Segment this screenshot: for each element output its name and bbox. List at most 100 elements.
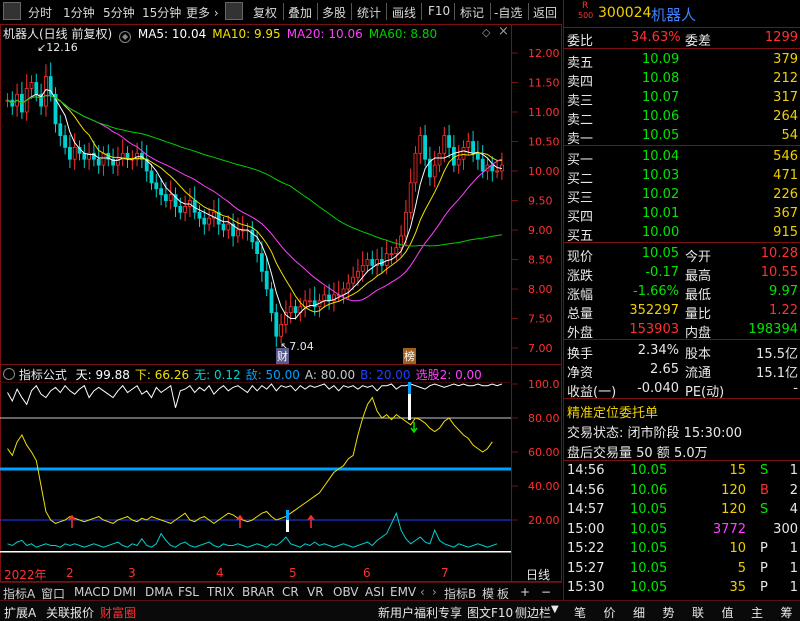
y-tick-label: 40.00 [528,480,560,493]
period-tab-15min[interactable]: 15分钟 [142,4,181,21]
order-title-row[interactable]: 精准定位委托单 [564,400,800,421]
btn-zixuan[interactable]: -自选 [494,4,522,21]
tab-scroll-left-icon[interactable]: ‹ [420,585,425,599]
bid-price: 10.02 [642,187,680,202]
btn-huaxian[interactable]: 画线 [392,4,416,21]
tick-time: 14:56 [567,482,605,498]
candle-body [490,164,495,172]
tick-time: 15:00 [567,521,605,537]
bottom-sidebar[interactable]: 侧边栏 [515,604,551,621]
candle-body [29,82,34,89]
tab-fsl[interactable]: FSL [178,585,199,599]
bottom-guanlian[interactable]: 关联报价 [46,604,94,621]
tab-emv[interactable]: EMV [390,585,416,599]
side-tab[interactable]: 联 [692,604,704,621]
period-tab-5min[interactable]: 5分钟 [103,4,135,21]
candle-body [418,135,423,154]
side-tab[interactable]: 筹 [781,604,793,621]
candle-body [399,235,404,249]
side-tab[interactable]: 值 [722,604,734,621]
period-tab-1min[interactable]: 1分钟 [63,4,95,21]
btn-duogu[interactable]: 多股 [322,4,346,21]
tick-volume: 3772 [712,521,746,537]
tab-macd[interactable]: MACD [74,585,110,599]
indicator-value: 敌: 50.00 [245,368,300,382]
tick-count: 4 [789,502,798,517]
tab-obv[interactable]: OBV [333,585,359,599]
stat-value: -1.66% [633,284,679,299]
side-tab[interactable]: 势 [663,604,675,621]
btn-tongji[interactable]: 统计 [357,4,381,21]
tick-row: 14:56 10.06 120 B 2 [564,481,800,501]
kline-chart[interactable]: 12.00 11.50 11.00 10.50 10.00 9.50 9.00 8.50 8.0… [0,24,562,582]
x-axis: 2022年 2 3 4 5 6 7 日线 [0,566,562,582]
btn-biaoji[interactable]: 标记 [460,4,484,21]
x-label-6: 6 [363,566,371,580]
window-icon[interactable] [225,2,243,20]
tab-dmi[interactable]: DMI [113,585,136,599]
bid-volume: 471 [773,168,798,183]
indicator-settings-icon[interactable] [3,368,15,380]
diamond-icon[interactable]: ◇ [482,26,490,39]
tab-brar[interactable]: BRAR [242,585,275,599]
candle-body [154,182,159,190]
candle-body [274,312,279,337]
bottom-tuwen[interactable]: 图文F10 [467,604,513,621]
zoom-out-icon[interactable]: − [541,585,551,599]
tag-cai[interactable]: 财 [276,348,289,364]
zoom-in-icon[interactable]: + [520,585,530,599]
period-tab-fenshi[interactable]: 分时 [28,4,52,21]
tick-volume: 35 [729,580,746,595]
stat-row: 换手 2.34% 股本 15.5亿 [564,341,800,362]
order-title[interactable]: 精准定位委托单 [567,402,658,421]
y-tick-label: 60.00 [528,446,560,459]
btn-f10[interactable]: F10 [428,4,450,18]
ask-volume: 379 [773,52,798,67]
bid-volume: 226 [773,187,798,202]
side-tab[interactable]: 价 [604,604,616,621]
btn-back[interactable]: 返回 [533,4,557,21]
period-more[interactable]: 更多 › [186,4,219,21]
tab-scroll-right-icon[interactable]: › [432,585,437,599]
candle-body [408,182,413,213]
tag-bang[interactable]: 榜 [403,348,416,364]
stat-value: 352297 [629,303,679,318]
indicator-value: 无: 0.12 [194,368,241,382]
btn-fuquan[interactable]: 复权 [253,4,277,21]
tab-cr[interactable]: CR [282,585,299,599]
y-tick-label: 12.00 [528,47,560,60]
bid-price: 10.04 [642,149,680,164]
close-icon[interactable]: × [498,24,509,39]
bottom-kuozhan[interactable]: 扩展A [4,604,36,621]
tick-price: 10.05 [630,463,668,478]
tick-volume: 120 [721,502,746,517]
tab-trix[interactable]: TRIX [207,585,234,599]
bottom-promo[interactable]: 新用户福利专享 [378,604,462,621]
side-tab[interactable]: 笔 [574,604,586,621]
ma-line [7,94,502,313]
btn-diejia[interactable]: 叠加 [288,4,312,21]
settings-icon[interactable]: ◆ [119,31,132,43]
side-tab[interactable]: 主 [751,604,763,621]
sidebar-toggle-icon[interactable]: ▼ [551,604,559,615]
side-tab[interactable]: 细 [633,604,645,621]
indicator-line [7,396,493,525]
tab-asi[interactable]: ASI [365,585,384,599]
tab-vr[interactable]: VR [307,585,324,599]
tick-direction: S [760,502,769,517]
bottom-caifuquan[interactable]: 财富圈 [100,604,136,621]
candle-body [226,223,231,231]
period-label[interactable]: 日线 [526,566,550,583]
tick-count: 300 [773,521,798,537]
candle-body [471,141,476,154]
menu-icon[interactable] [3,2,21,20]
candle-body [96,158,101,166]
ask-row: 卖二 10.06 264 [564,107,800,128]
ask-price: 10.09 [642,52,680,67]
tick-row: 15:30 10.05 35 P 1 [564,578,800,598]
candle-body [255,241,260,255]
indicator-title[interactable]: 指标公式 [19,368,67,382]
y-tick-label: 11.50 [528,77,560,90]
tab-dma[interactable]: DMA [145,585,173,599]
candle-body [279,323,284,337]
